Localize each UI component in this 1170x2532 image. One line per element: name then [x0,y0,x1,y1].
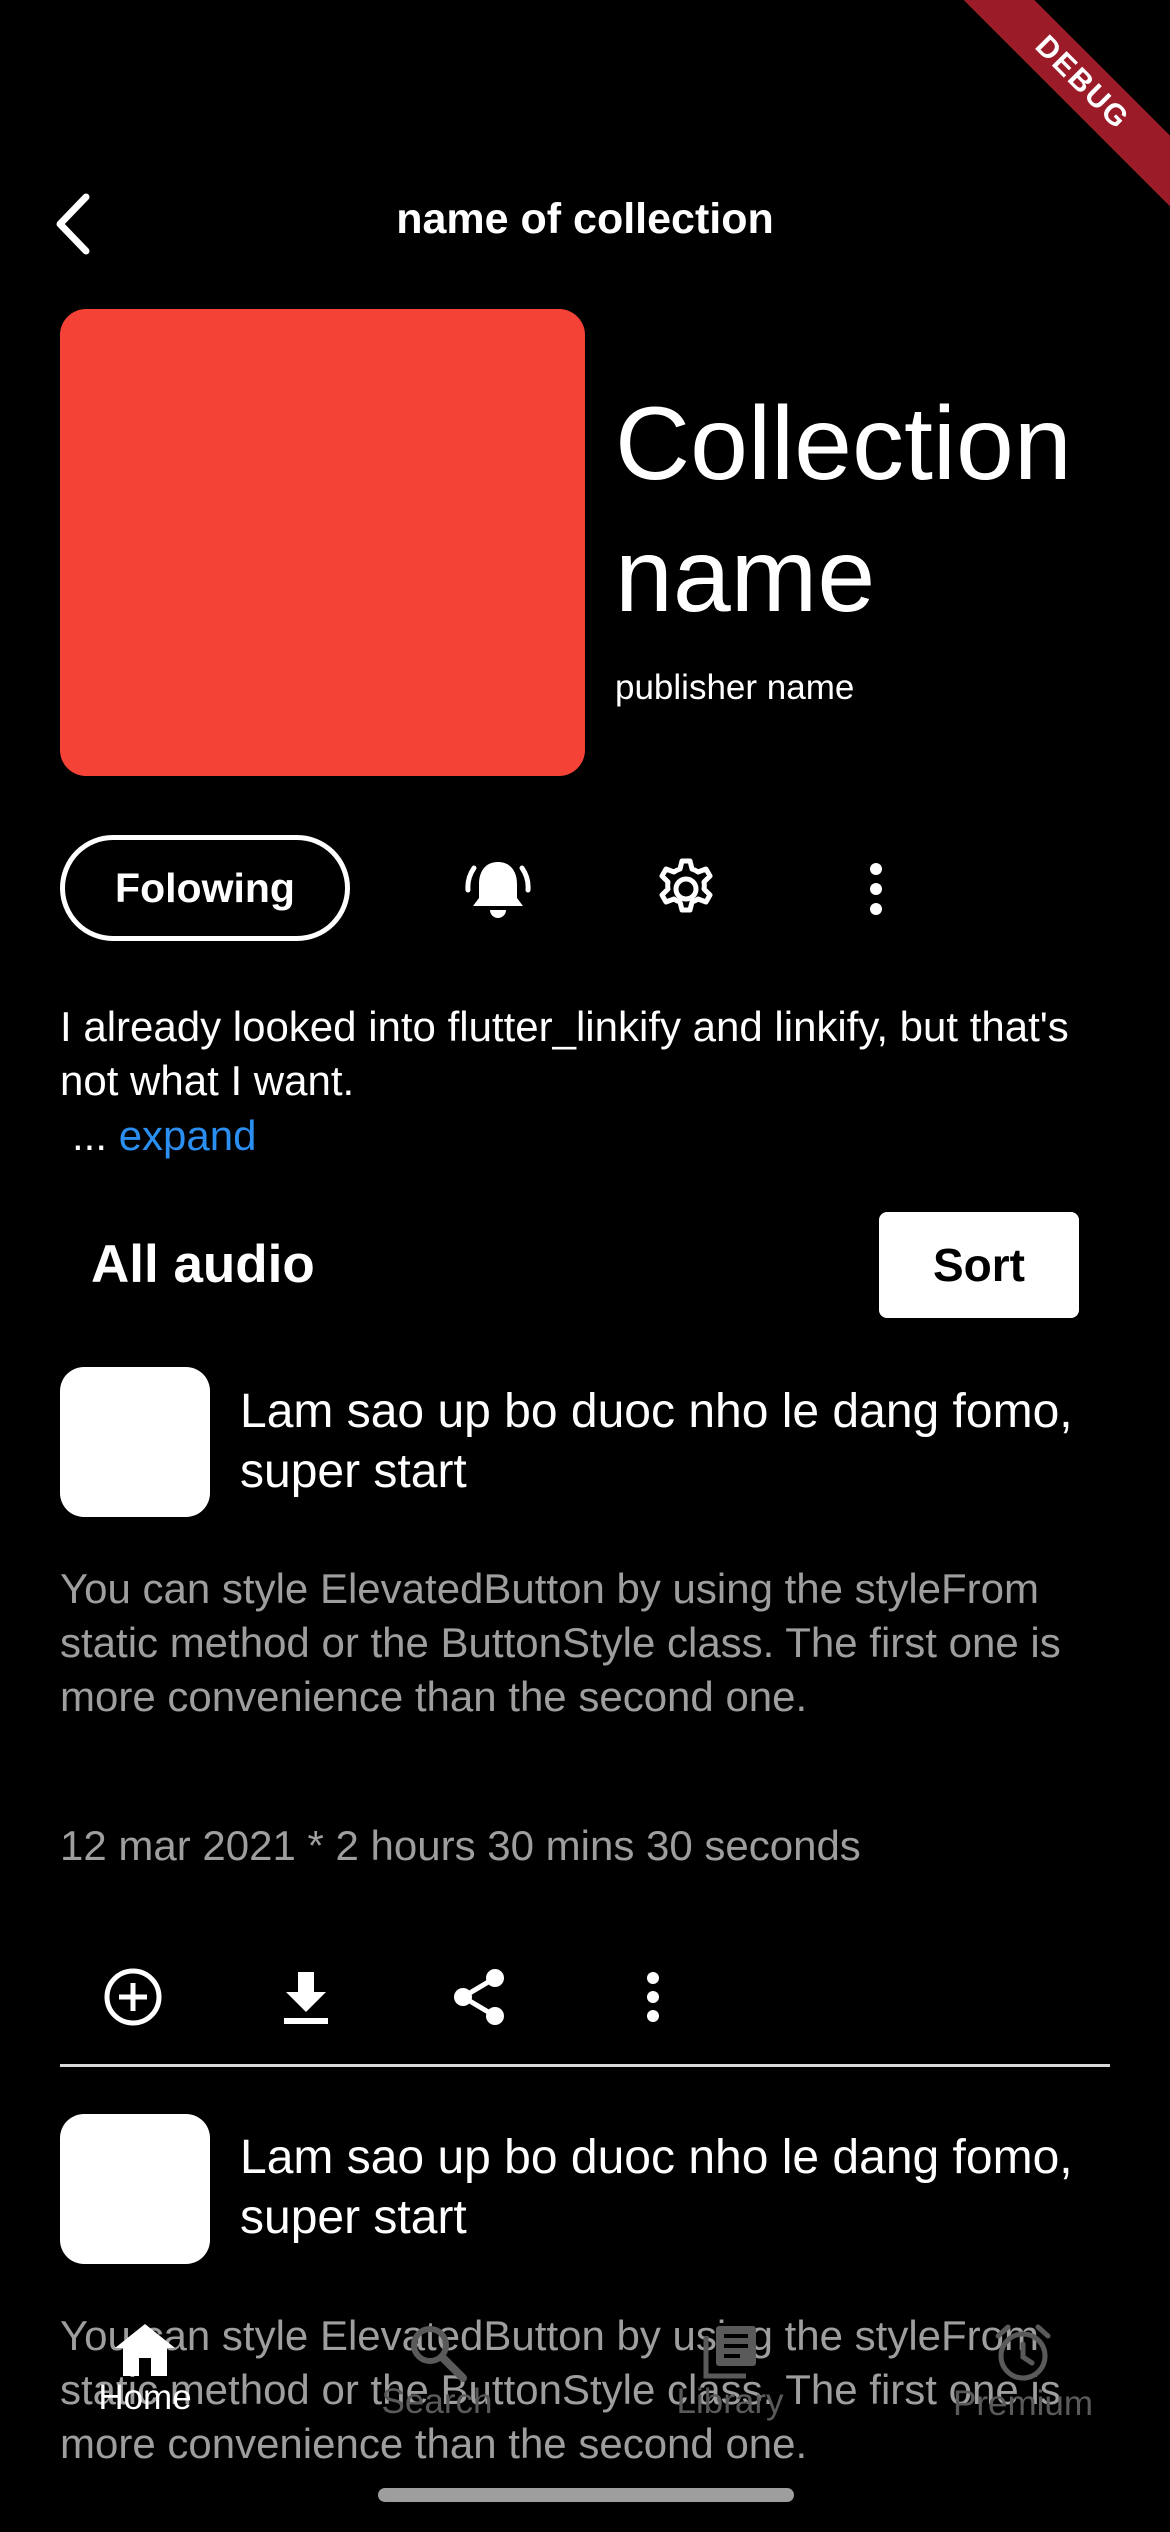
following-button[interactable]: Folowing [60,835,350,941]
episode-thumbnail [60,1367,210,1517]
collection-description: I already looked into flutter_linkify an… [60,1003,1069,1104]
episode-more-button[interactable] [618,1962,688,2032]
gear-icon [659,858,713,913]
download-button[interactable] [271,1962,341,2032]
episode-description: You can style ElevatedButton by using th… [60,1565,1061,1720]
nav-item-search[interactable]: Search [327,2322,547,2422]
more-vertical-icon [870,863,882,915]
add-to-playlist-button[interactable] [98,1962,168,2032]
home-icon [115,2324,175,2376]
home-indicator[interactable] [378,2488,794,2502]
more-options-button[interactable] [840,853,912,925]
download-icon [284,1972,328,2024]
collection-screen: DEBUG name of collection Collection name… [0,0,1170,2532]
expand-row: ... expand [72,1109,256,1163]
nav-item-library[interactable]: Library [620,2322,840,2422]
share-button[interactable] [444,1962,514,2032]
share-icon [454,1969,504,2025]
bell-ring-icon [465,862,531,918]
episode-title: Lam sao up bo duoc nho le dang fomo, sup… [240,2131,1073,2244]
nav-item-premium[interactable]: Premium [913,2322,1133,2424]
episode-meta: 12 mar 2021 * 2 hours 30 mins 30 seconds [60,1822,861,1869]
nav-label-search: Search [381,2382,493,2421]
expand-link[interactable]: expand [119,1112,257,1159]
sort-button[interactable]: Sort [879,1212,1079,1318]
collection-name: Collection name [615,386,1072,634]
episode-thumbnail [60,2114,210,2264]
library-icon [703,2326,756,2379]
list-divider [60,2064,1110,2067]
page-title: name of collection [396,195,774,243]
ellipsis: ... [72,1112,108,1159]
nav-label-home: Home [98,2378,192,2417]
nav-item-home[interactable]: Home [35,2322,255,2418]
section-title: All audio [91,1235,315,1294]
search-icon [411,2326,467,2382]
notification-button[interactable] [462,853,534,925]
debug-banner: DEBUG [958,0,1170,207]
more-vertical-icon [647,1972,659,2022]
publisher-name[interactable]: publisher name [615,668,854,708]
settings-button[interactable] [650,853,722,925]
nav-label-premium: Premium [952,2384,1094,2423]
episode-title: Lam sao up bo duoc nho le dang fomo, sup… [240,1385,1073,1498]
alarm-clock-icon [995,2324,1051,2381]
nav-label-library: Library [676,2382,784,2421]
add-circle-icon [104,1968,162,2026]
collection-cover-image [60,309,585,776]
